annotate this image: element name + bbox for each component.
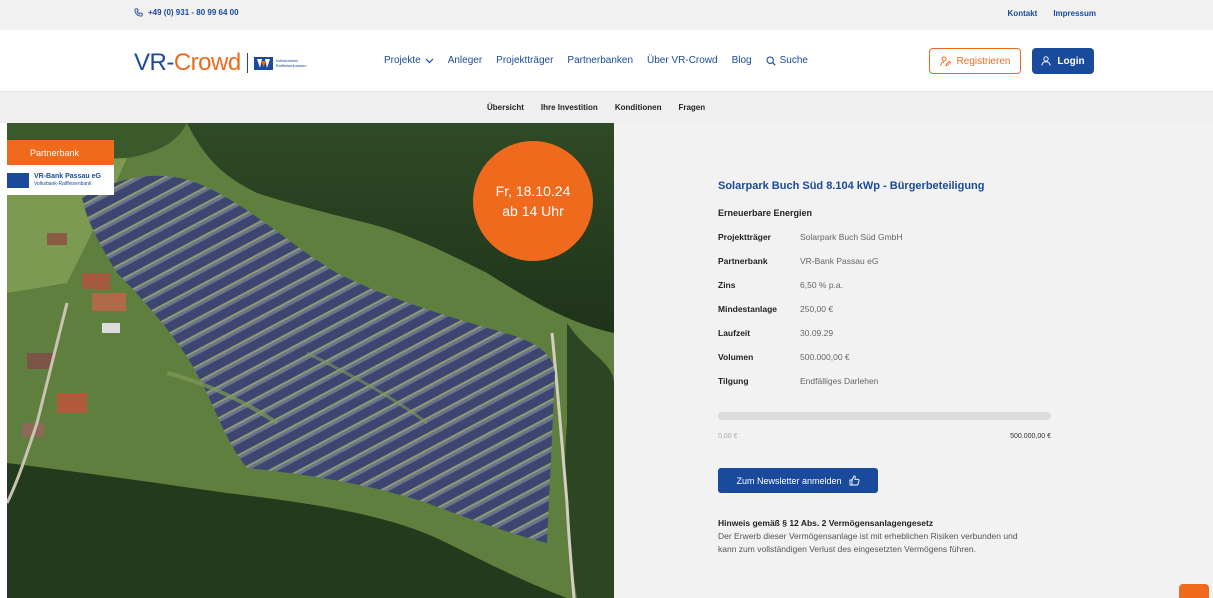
funding-progress-bar xyxy=(718,412,1051,420)
top-bar: +49 (0) 931 - 80 99 64 00 Kontakt Impres… xyxy=(0,0,1213,30)
detail-row-tilgung: Tilgung Endfälliges Darlehen xyxy=(718,376,878,386)
nav-suche-label: Suche xyxy=(779,55,808,66)
nav-blog[interactable]: Blog xyxy=(732,55,752,66)
register-label: Registrieren xyxy=(956,55,1011,67)
partner-bank-card[interactable]: VR-Bank Passau eG Volksbank-Raiffeisenba… xyxy=(0,165,114,195)
user-edit-icon xyxy=(939,56,951,67)
detail-value: 6,50 % p.a. xyxy=(800,280,844,290)
detail-value: 250,00 € xyxy=(800,304,834,314)
search-icon xyxy=(766,55,776,66)
bank-subtitle: Volksbank-Raiffeisenbank xyxy=(34,181,92,187)
funding-current: 0,00 € xyxy=(718,433,738,440)
kontakt-link[interactable]: Kontakt xyxy=(1008,9,1038,18)
phone-icon xyxy=(134,8,143,17)
tab-fragen[interactable]: Fragen xyxy=(678,103,705,112)
detail-value: 500.000,00 € xyxy=(800,352,850,362)
logo-divider xyxy=(246,53,248,73)
nav-projekte[interactable]: Projekte xyxy=(384,55,434,66)
detail-value: Solarpark Buch Süd GmbH xyxy=(800,232,903,242)
detail-key: Mindestanlage xyxy=(718,304,778,314)
main-nav: Projekte Anleger Projektträger Partnerba… xyxy=(384,55,808,66)
nav-anleger[interactable]: Anleger xyxy=(448,55,482,66)
event-date-line1: Fr, 18.10.24 xyxy=(495,183,571,199)
detail-key: Partnerbank xyxy=(718,256,768,266)
tab-ihre-investition[interactable]: Ihre Investition xyxy=(541,103,598,112)
detail-row-mindestanlage: Mindestanlage 250,00 € xyxy=(718,304,833,314)
event-date-badge: Fr, 18.10.24 ab 14 Uhr xyxy=(473,141,593,261)
volksbank-mark-icon xyxy=(253,56,273,70)
register-button[interactable]: Registrieren xyxy=(929,48,1021,74)
detail-key: Projektträger xyxy=(718,232,771,242)
bank-name: VR-Bank Passau eG xyxy=(34,173,101,180)
thumbs-up-icon xyxy=(849,475,860,486)
volksbank-wordmark: Volksbanken Raiffeisenbanken xyxy=(275,58,307,68)
vr-crowd-logo[interactable]: VR- Crowd Volksbanken Raiffeisenbanken xyxy=(134,49,320,77)
newsletter-label: Zum Newsletter anmelden xyxy=(736,475,842,486)
impressum-link[interactable]: Impressum xyxy=(1053,9,1096,18)
detail-value: Endfälliges Darlehen xyxy=(800,376,879,386)
main-header: VR- Crowd Volksbanken Raiffeisenbanken Pr… xyxy=(0,30,1213,91)
login-button[interactable]: Login xyxy=(1032,48,1094,74)
logo-crowd: Crowd xyxy=(173,49,241,76)
tab-uebersicht[interactable]: Übersicht xyxy=(487,103,524,112)
detail-key: Tilgung xyxy=(718,376,749,386)
partner-bank-badge: Partnerbank xyxy=(7,140,114,165)
detail-value: 30.09.29 xyxy=(800,328,834,338)
detail-row-laufzeit: Laufzeit 30.09.29 xyxy=(718,328,833,338)
legal-hint-title: Hinweis gemäß § 12 Abs. 2 Vermögensanlag… xyxy=(718,518,934,528)
project-info-panel: Solarpark Buch Süd 8.104 kWp - Bürgerbet… xyxy=(614,123,1213,598)
nav-partnerbanken[interactable]: Partnerbanken xyxy=(567,55,633,66)
newsletter-button[interactable]: Zum Newsletter anmelden xyxy=(718,468,878,493)
nav-projekte-label: Projekte xyxy=(384,55,421,66)
legal-hint-text: Der Erwerb dieser Vermögensanlage ist mi… xyxy=(718,531,1018,554)
project-subnav: Übersicht Ihre Investition Konditionen F… xyxy=(0,91,1213,123)
nav-suche[interactable]: Suche xyxy=(766,55,808,66)
volksbank-logo: Volksbanken Raiffeisenbanken xyxy=(253,56,320,70)
bank-logo-icon xyxy=(7,172,29,188)
funding-target: 500.000,00 € xyxy=(1010,433,1051,440)
phone-link[interactable]: +49 (0) 931 - 80 99 64 00 xyxy=(134,8,239,17)
login-label: Login xyxy=(1057,55,1085,67)
nav-ueber-vr-crowd[interactable]: Über VR-Crowd xyxy=(647,55,718,66)
project-category: Erneuerbare Energien xyxy=(718,208,813,218)
user-icon xyxy=(1041,56,1051,66)
project-title: Solarpark Buch Süd 8.104 kWp - Bürgerbet… xyxy=(718,180,985,192)
detail-key: Zins xyxy=(718,280,736,290)
detail-row-projekttraeger: Projektträger Solarpark Buch Süd GmbH xyxy=(718,232,903,242)
nav-projekttraeger[interactable]: Projektträger xyxy=(496,55,553,66)
detail-row-zins: Zins 6,50 % p.a. xyxy=(718,280,843,290)
event-date-line2: ab 14 Uhr xyxy=(502,203,564,219)
detail-row-partnerbank: Partnerbank VR-Bank Passau eG xyxy=(718,256,878,266)
phone-number: +49 (0) 931 - 80 99 64 00 xyxy=(148,8,239,17)
chevron-down-icon xyxy=(425,58,434,63)
detail-row-volumen: Volumen 500.000,00 € xyxy=(718,352,850,362)
tab-konditionen[interactable]: Konditionen xyxy=(615,103,662,112)
logo-vr: VR- xyxy=(134,49,174,76)
detail-key: Laufzeit xyxy=(718,328,751,338)
detail-value: VR-Bank Passau eG xyxy=(800,256,879,266)
scroll-to-top-button[interactable] xyxy=(1179,584,1209,598)
detail-key: Volumen xyxy=(718,352,754,362)
